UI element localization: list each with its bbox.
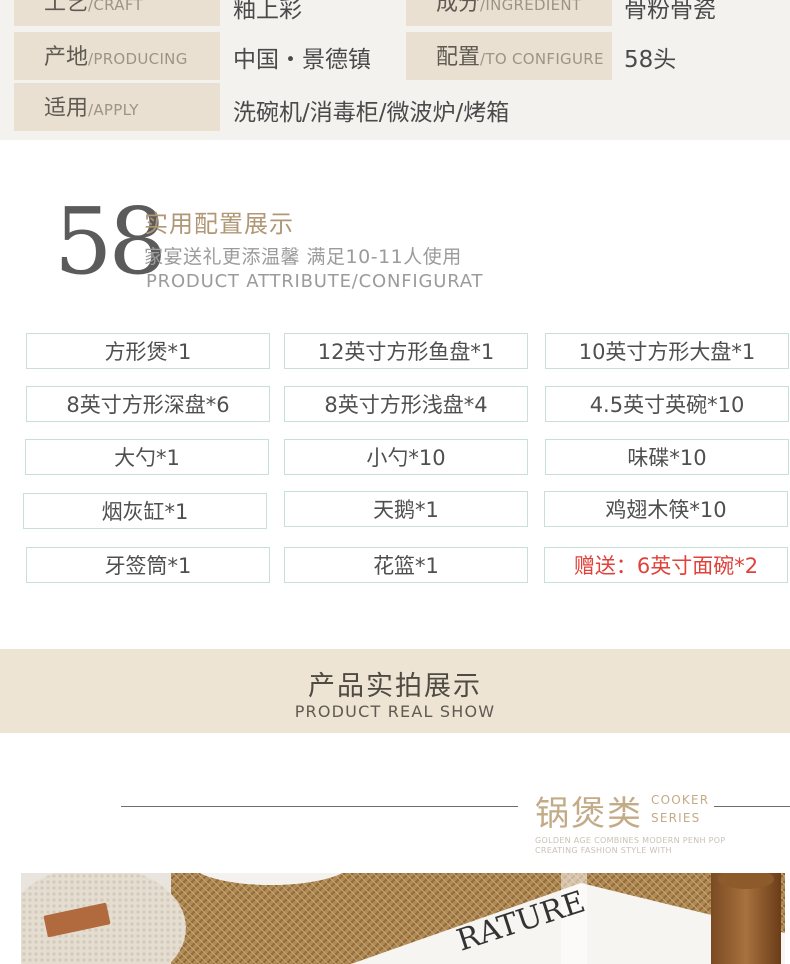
spec-value-craft: 釉上彩 <box>233 0 302 23</box>
spec-label-cn: 工艺 <box>44 0 89 16</box>
config-item-gift: 赠送：6英寸面碗*2 <box>544 547 788 583</box>
spec-value-apply: 洗碗机/消毒柜/微波炉/烤箱 <box>233 100 510 126</box>
config-item: 大勺*1 <box>25 439 269 475</box>
cooker-en-line1: COOKER <box>651 793 710 807</box>
config-item: 鸡翅木筷*10 <box>544 491 788 527</box>
spec-label-craft: 工艺/CRAFT <box>14 0 220 26</box>
spec-label-en: /TO CONFIGURE <box>480 50 604 68</box>
config-item: 方形煲*1 <box>26 333 270 369</box>
config-item: 4.5英寸英碗*10 <box>545 386 789 422</box>
spec-label-configure: 配置/TO CONFIGURE <box>406 32 612 80</box>
config-item: 烟灰缸*1 <box>23 493 267 529</box>
spec-label-en: /APPLY <box>88 101 139 119</box>
band-title: 产品实拍展示 <box>308 671 482 702</box>
spec-label-cn: 适用 <box>44 96 89 121</box>
config-item: 花篮*1 <box>284 547 528 583</box>
config-item: 12英寸方形鱼盘*1 <box>284 333 528 369</box>
cooker-tagline-1: GOLDEN AGE COMBINES MODERN PENH POP <box>535 836 726 845</box>
spec-label-cn: 成分 <box>436 0 481 16</box>
config-subtitle-en: PRODUCT ATTRIBUTE/CONFIGURAT <box>146 271 484 292</box>
spec-table: 工艺/CRAFT 釉上彩 成分/INGREDIENT 骨粉骨瓷 产地/PRODU… <box>0 0 790 140</box>
cooker-title: 锅煲类 <box>535 794 643 834</box>
spec-label-en: /PRODUCING <box>88 50 188 68</box>
config-item: 小勺*10 <box>284 439 528 475</box>
config-item: 8英寸方形浅盘*4 <box>284 386 528 422</box>
config-item: 牙签筒*1 <box>26 547 270 583</box>
spec-label-producing: 产地/PRODUCING <box>14 32 220 80</box>
config-item: 10英寸方形大盘*1 <box>545 333 789 369</box>
spec-value-configure: 58头 <box>624 47 677 73</box>
spec-label-cn: 产地 <box>44 45 89 70</box>
config-item: 天鹅*1 <box>284 491 528 527</box>
cooker-en-line2: SERIES <box>651 811 701 825</box>
config-item: 8英寸方形深盘*6 <box>26 386 270 422</box>
spec-label-apply: 适用/APPLY <box>14 83 220 131</box>
spec-label-en: /CRAFT <box>88 0 143 14</box>
product-photo-art: RATURE <box>21 873 785 964</box>
spec-label-cn: 配置 <box>436 45 481 70</box>
divider-left <box>121 806 518 807</box>
config-item: 味碟*10 <box>545 439 789 475</box>
product-photo: RATURE <box>21 873 785 964</box>
spec-label-en: /INGREDIENT <box>480 0 582 14</box>
divider-right <box>714 806 790 807</box>
config-subtitle: 家宴送礼更添温馨 满足10-11人使用 <box>144 246 462 268</box>
spec-label-ingredient: 成分/INGREDIENT <box>406 0 612 26</box>
spec-value-ingredient: 骨粉骨瓷 <box>624 0 716 23</box>
config-title: 实用配置展示 <box>144 210 294 238</box>
band-title-en: PRODUCT REAL SHOW <box>294 702 496 721</box>
spec-value-producing: 中国・景德镇 <box>233 47 371 73</box>
cooker-tagline-2: CREATING FASHION STYLE WITH <box>535 846 672 855</box>
